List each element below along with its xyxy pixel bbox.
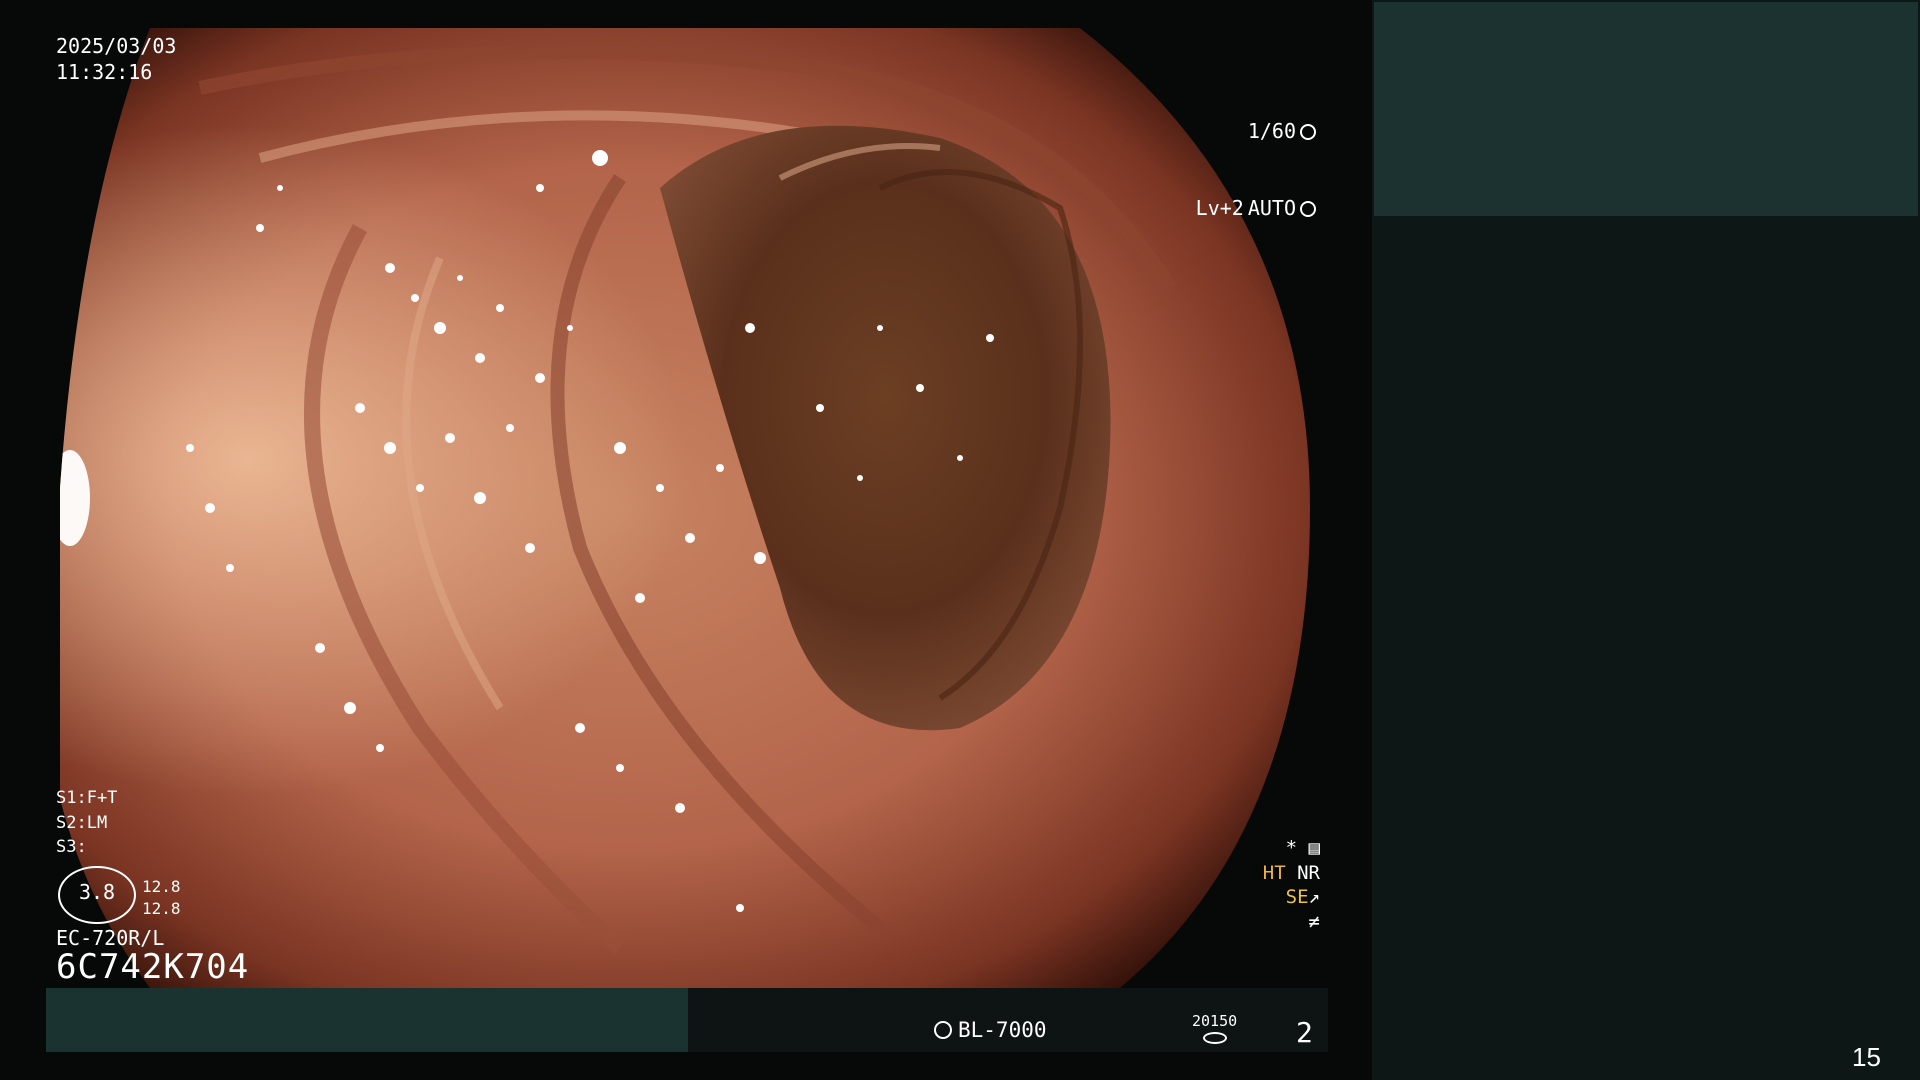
shutter-row: 1/60 bbox=[1180, 119, 1316, 145]
capture-date: 2025/03/03 bbox=[56, 34, 177, 58]
scope-settings: S1:F+T S2:LM S3: bbox=[56, 786, 117, 860]
shutter-icon bbox=[1300, 123, 1316, 140]
light-source-icon bbox=[934, 1021, 952, 1039]
ht-nr-row: HT NR bbox=[1220, 861, 1320, 886]
exposure-mode-row: Lv+2 AUTO bbox=[1180, 196, 1316, 222]
settings-icon: ▤ bbox=[1308, 837, 1320, 859]
setting-s3: S3: bbox=[56, 837, 87, 858]
storage-counter: 20150 bbox=[1192, 1012, 1237, 1044]
bottom-bar bbox=[46, 988, 1328, 1052]
dial-lower: 12.8 bbox=[142, 898, 181, 918]
ht-label: HT bbox=[1262, 861, 1286, 884]
processing-indicators: * ▤ HT NR SE↗ ≠ bbox=[1220, 836, 1320, 935]
bottom-bar-left-block bbox=[46, 988, 688, 1052]
nr-label: NR bbox=[1297, 861, 1320, 884]
exposure-mode: AUTO bbox=[1247, 195, 1296, 220]
light-source: BL-7000 bbox=[934, 1018, 1047, 1042]
asterisk-mark: * bbox=[1285, 837, 1309, 859]
light-source-label: BL-7000 bbox=[958, 1018, 1047, 1042]
capture-time: 11:32:16 bbox=[56, 59, 153, 84]
capture-datetime: 2025/03/03 11:32:16 bbox=[56, 34, 176, 85]
exposure-level: Lv+2 bbox=[1195, 195, 1244, 220]
se-row: SE↗ bbox=[1220, 885, 1320, 910]
shutter-speed: 1/60 bbox=[1247, 119, 1296, 144]
dial-readouts: 12.8 12.8 bbox=[142, 876, 181, 919]
se-label: SE bbox=[1285, 886, 1309, 909]
dial-icon: 3.8 bbox=[58, 866, 136, 924]
image-count: 2 bbox=[1296, 1016, 1313, 1049]
scope-serial: 6C742K704 bbox=[56, 947, 250, 987]
dial-value: 3.8 bbox=[78, 880, 116, 904]
freeze-icon: ≠ bbox=[1308, 911, 1320, 934]
counter-value: 20150 bbox=[1192, 1012, 1238, 1030]
dial-upper: 12.8 bbox=[142, 877, 181, 896]
settings-row: * ▤ bbox=[1220, 836, 1320, 861]
auto-icon bbox=[1300, 200, 1316, 217]
slide-number: 15 bbox=[1852, 1042, 1881, 1072]
endoscopy-image bbox=[60, 28, 1310, 988]
storage-icon bbox=[1202, 1032, 1227, 1044]
setting-s1: S1:F+T bbox=[56, 788, 118, 808]
se-mode-icon: ↗ bbox=[1308, 886, 1320, 909]
side-panel-header-block bbox=[1374, 2, 1918, 216]
exposure-panel: 1/60 Lv+2 AUTO bbox=[1180, 68, 1316, 247]
setting-s2: S2:LM bbox=[56, 812, 108, 833]
